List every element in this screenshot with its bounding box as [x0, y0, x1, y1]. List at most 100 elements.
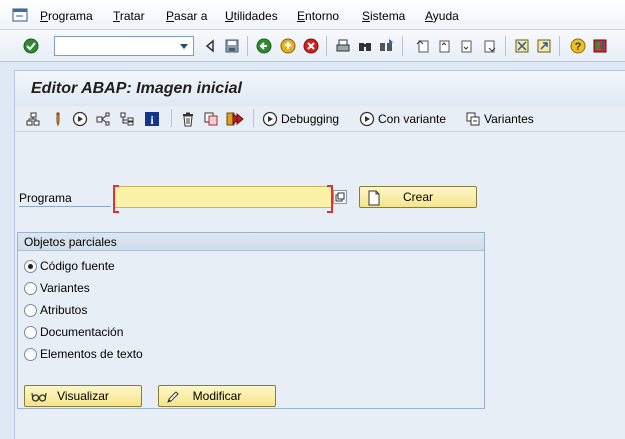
new-document-icon [368, 190, 380, 206]
radio-button[interactable] [24, 259, 37, 273]
page-title: Editor ABAP: Imagen inicial [31, 80, 242, 97]
where-used-button[interactable] [95, 110, 111, 128]
delete-button[interactable] [180, 110, 196, 128]
radio-button[interactable] [24, 347, 37, 361]
radio-variantes[interactable]: Variantes [24, 280, 90, 296]
where-used-icon [96, 112, 110, 126]
con-variante-button[interactable]: Con variante [359, 110, 446, 128]
objetos-parciales-group: Objetos parciales Código fuente Variante… [17, 232, 485, 409]
object-list-button[interactable] [119, 110, 135, 128]
objetos-parciales-title: Objetos parciales [18, 233, 484, 251]
info-button[interactable]: i [144, 110, 160, 128]
radio-documentacion[interactable]: Documentación [24, 324, 123, 340]
menu-sistema[interactable]: Sistema [362, 9, 405, 23]
radio-elementos-de-texto[interactable]: Elementos de texto [24, 346, 143, 362]
new-session-icon [515, 39, 529, 53]
variantes-button[interactable]: Variantes [465, 110, 534, 128]
cancel-button[interactable] [302, 37, 320, 55]
shortcut-button[interactable] [535, 37, 553, 55]
menu-tratar[interactable]: Tratar [113, 9, 145, 23]
pencil-icon [167, 391, 179, 403]
new-session-button[interactable] [513, 37, 531, 55]
toolbar-divider [505, 36, 506, 56]
help-button[interactable]: ? [569, 37, 587, 55]
activate-button[interactable] [72, 110, 88, 128]
exit-icon [280, 38, 296, 54]
menu-ayuda[interactable]: Ayuda [425, 9, 459, 23]
save-icon [225, 39, 239, 53]
menu-pasar-a[interactable]: Pasar a [166, 9, 207, 23]
programa-label: Programa [19, 191, 111, 207]
programa-input[interactable] [115, 187, 331, 207]
pen-check-icon [56, 112, 60, 127]
menu-bar: Programa Tratar Pasar a Utilidades Entor… [0, 0, 625, 30]
activate-icon [72, 111, 88, 127]
find-next-button[interactable] [377, 37, 395, 55]
triangle-left-icon [205, 39, 214, 53]
cancel-icon [303, 38, 319, 54]
help-icon: ? [570, 38, 586, 54]
back-arrow-button[interactable] [201, 37, 219, 55]
radio-button[interactable] [24, 325, 37, 339]
glasses-icon [31, 392, 47, 402]
debugging-button[interactable]: Debugging [262, 110, 339, 128]
toolbar-divider [171, 109, 172, 127]
menu-programa[interactable]: Programa [40, 9, 93, 23]
radio-button[interactable] [24, 281, 37, 295]
svg-text:?: ? [575, 41, 582, 53]
binoculars-icon [359, 43, 371, 51]
title-bar: Editor ABAP: Imagen inicial [14, 70, 625, 106]
debugging-label: Debugging [281, 112, 340, 126]
binoculars-next-icon [380, 39, 393, 51]
variants-icon [466, 112, 480, 126]
customize-layout-icon [593, 39, 607, 53]
previous-page-button[interactable] [435, 37, 453, 55]
hierarchy-icon [26, 112, 40, 126]
last-page-icon [484, 40, 496, 53]
copy-icon [204, 112, 218, 126]
execute-button[interactable] [226, 110, 244, 128]
execute-icon [226, 112, 244, 126]
next-page-button[interactable] [457, 37, 475, 55]
programa-field[interactable] [113, 185, 333, 213]
chevron-down-icon[interactable] [177, 39, 191, 53]
menu-utilidades[interactable]: Utilidades [225, 9, 278, 23]
command-input[interactable] [55, 37, 173, 55]
con-variante-label: Con variante [378, 112, 447, 126]
back-button[interactable] [255, 37, 273, 55]
value-help-icon[interactable] [333, 190, 347, 204]
toolbar-divider [253, 109, 254, 127]
previous-page-icon [439, 40, 450, 53]
toolbar-divider [559, 36, 560, 56]
modificar-button[interactable]: Modificar [158, 385, 276, 407]
object-list-icon [120, 112, 134, 126]
window-menu-icon[interactable] [12, 8, 28, 22]
find-button[interactable] [356, 37, 374, 55]
check-syntax-button[interactable] [49, 110, 65, 128]
toolbar-divider [247, 36, 248, 56]
variantes-label: Variantes [484, 112, 534, 126]
first-page-button[interactable] [414, 37, 432, 55]
print-button[interactable] [334, 37, 352, 55]
back-icon [256, 38, 272, 54]
radio-label: Elementos de texto [40, 347, 143, 361]
print-icon [336, 39, 350, 52]
menu-entorno[interactable]: Entorno [297, 9, 339, 23]
exit-button[interactable] [279, 37, 297, 55]
customize-layout-button[interactable] [591, 37, 609, 55]
radio-button[interactable] [24, 303, 37, 317]
enter-button[interactable] [22, 37, 40, 55]
copy-button[interactable] [203, 110, 219, 128]
main-area: Programa Crear Objetos parciales Código … [14, 132, 625, 439]
toolbar-divider [326, 36, 327, 56]
radio-atributos[interactable]: Atributos [24, 302, 87, 318]
crear-button[interactable]: Crear [359, 186, 477, 208]
visualizar-button[interactable]: Visualizar [24, 385, 142, 407]
radio-codigo-fuente[interactable]: Código fuente [24, 258, 115, 274]
save-button[interactable] [223, 37, 241, 55]
command-field[interactable] [54, 36, 194, 56]
trash-icon [183, 112, 193, 127]
other-object-button[interactable] [25, 110, 41, 128]
last-page-button[interactable] [480, 37, 498, 55]
toolbar-divider [402, 36, 403, 56]
